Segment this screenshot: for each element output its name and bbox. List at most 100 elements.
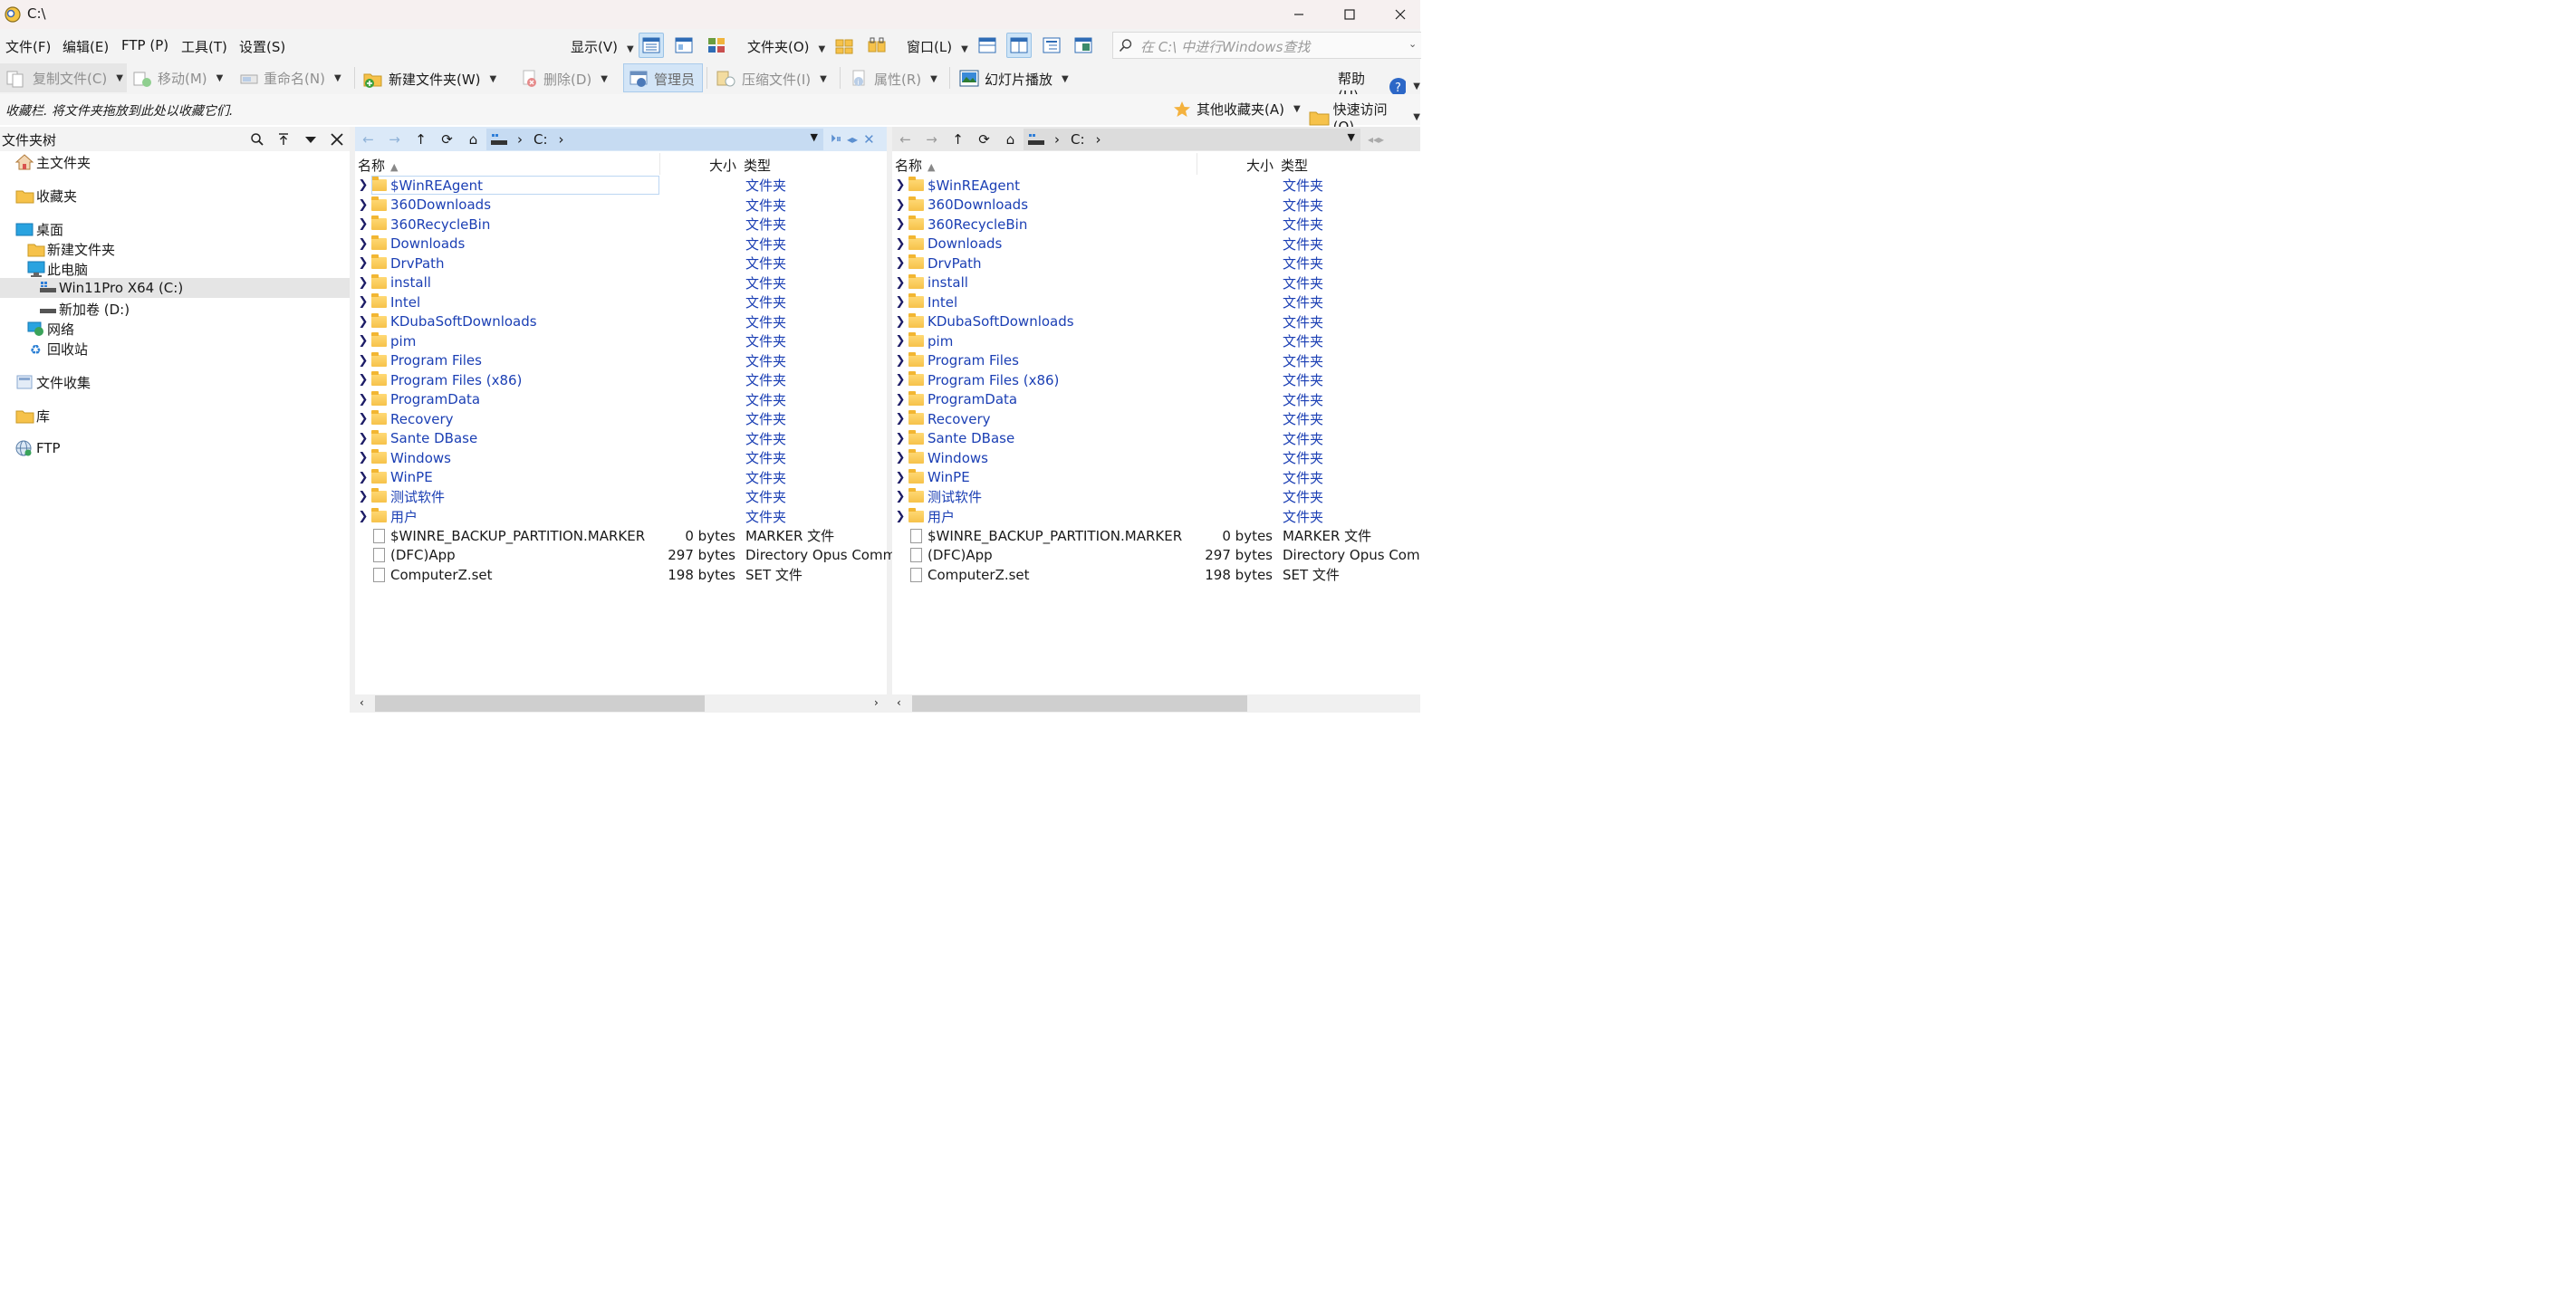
copy-button[interactable]: 复制文件(C) ▼ bbox=[5, 69, 123, 88]
menu-folder[interactable]: 文件夹(O) ▼ bbox=[747, 37, 825, 56]
list-item-file[interactable]: $WINRE_BACKUP_PARTITION.MARKER 0 bytes MAR… bbox=[892, 526, 1420, 546]
expand-chevron-icon[interactable]: ❯ bbox=[355, 276, 371, 290]
list-item-folder[interactable]: ❯ 测试软件 文件夹 bbox=[892, 487, 1420, 507]
list-item-folder[interactable]: ❯ Program Files 文件夹 bbox=[355, 351, 887, 371]
list-item-folder[interactable]: ❯ Windows 文件夹 bbox=[892, 448, 1420, 468]
left-breadcrumb[interactable]: › C: › ▼ bbox=[486, 128, 823, 150]
list-item-folder[interactable]: ❯ WinPE 文件夹 bbox=[355, 468, 887, 488]
layout-list-button[interactable] bbox=[671, 33, 697, 58]
right-horizontal-scrollbar[interactable]: ‹ bbox=[892, 694, 1420, 713]
scroll-left-icon[interactable]: ‹ bbox=[897, 696, 901, 709]
list-item-file[interactable]: (DFC)App 297 bytes Directory Opus Comm bbox=[355, 546, 896, 566]
single-pane-button[interactable] bbox=[975, 33, 1000, 58]
minimize-button[interactable] bbox=[1274, 0, 1324, 29]
expand-chevron-icon[interactable]: ❯ bbox=[892, 510, 908, 523]
column-size[interactable]: 大小 bbox=[709, 156, 736, 175]
expand-chevron-icon[interactable]: ❯ bbox=[355, 412, 371, 426]
list-item-folder[interactable]: ❯ Sante DBase 文件夹 bbox=[892, 429, 1420, 449]
tree-item-home[interactable]: 主文件夹 bbox=[14, 152, 91, 172]
list-item-folder[interactable]: ❯ ProgramData 文件夹 bbox=[355, 390, 887, 410]
refresh-icon[interactable]: ⟳ bbox=[971, 131, 997, 148]
list-item-folder[interactable]: ❯ Intel 文件夹 bbox=[355, 292, 887, 312]
list-item-file[interactable]: $WINRE_BACKUP_PARTITION.MARKER 0 bytes MAR… bbox=[355, 526, 887, 546]
expand-chevron-icon[interactable]: ❯ bbox=[355, 198, 371, 212]
list-item-folder[interactable]: ❯ Intel 文件夹 bbox=[892, 292, 1420, 312]
swap-pane-icon[interactable]: ◂▸ bbox=[847, 133, 858, 146]
column-type[interactable]: 类型 bbox=[1281, 156, 1308, 175]
expand-chevron-icon[interactable]: ❯ bbox=[892, 237, 908, 251]
expand-chevron-icon[interactable]: ❯ bbox=[355, 217, 371, 231]
list-item-folder[interactable]: ❯ 测试软件 文件夹 bbox=[355, 487, 887, 507]
swap-pane-icon[interactable]: ◂◂▸ bbox=[1368, 133, 1384, 146]
list-item-folder[interactable]: ❯ Recovery 文件夹 bbox=[355, 409, 887, 429]
other-favorites-button[interactable]: 其他收藏夹(A) ▼ bbox=[1173, 100, 1301, 119]
expand-chevron-icon[interactable]: ❯ bbox=[355, 373, 371, 387]
list-item-folder[interactable]: ❯ 360Downloads 文件夹 bbox=[355, 196, 887, 216]
menu-tools[interactable]: 工具(T) bbox=[181, 37, 227, 56]
tree-item-this-pc[interactable]: 此电脑 bbox=[27, 259, 88, 279]
tree-item-library[interactable]: 库 bbox=[14, 406, 50, 426]
expand-chevron-icon[interactable]: ❯ bbox=[892, 334, 908, 348]
expand-chevron-icon[interactable]: ❯ bbox=[355, 315, 371, 329]
list-item-folder[interactable]: ❯ 用户 文件夹 bbox=[892, 507, 1420, 527]
forward-arrow-icon[interactable]: → bbox=[381, 131, 408, 148]
sync-pane-icon[interactable]: ⏵⏸ bbox=[831, 132, 841, 146]
expand-chevron-icon[interactable]: ❯ bbox=[892, 256, 908, 270]
folder-lock-button[interactable] bbox=[864, 33, 889, 58]
expand-chevron-icon[interactable]: ❯ bbox=[892, 451, 908, 465]
back-arrow-icon[interactable]: ← bbox=[355, 131, 381, 148]
list-item-folder[interactable]: ❯ KDubaSoftDownloads 文件夹 bbox=[355, 312, 887, 332]
expand-chevron-icon[interactable]: ❯ bbox=[355, 237, 371, 251]
list-item-folder[interactable]: ❯ Program Files 文件夹 bbox=[892, 351, 1420, 371]
list-item-folder[interactable]: ❯ 360RecycleBin 文件夹 bbox=[355, 215, 887, 235]
list-item-folder[interactable]: ❯ Downloads 文件夹 bbox=[892, 235, 1420, 254]
up-arrow-icon[interactable]: ↑ bbox=[945, 131, 971, 148]
new-folder-button[interactable]: 新建文件夹(W) ▼ bbox=[362, 69, 496, 89]
scroll-thumb[interactable] bbox=[375, 695, 705, 712]
expand-chevron-icon[interactable]: ❯ bbox=[892, 490, 908, 503]
menu-file[interactable]: 文件(F) bbox=[5, 37, 51, 56]
folder-options-button[interactable] bbox=[831, 33, 857, 58]
viewer-pane-button[interactable] bbox=[1071, 33, 1096, 58]
scroll-thumb[interactable] bbox=[912, 695, 1247, 712]
scroll-left-icon[interactable]: ‹ bbox=[360, 696, 364, 709]
expand-chevron-icon[interactable]: ❯ bbox=[355, 334, 371, 348]
expand-chevron-icon[interactable]: ❯ bbox=[892, 432, 908, 445]
list-item-folder[interactable]: ❯ Recovery 文件夹 bbox=[892, 409, 1420, 429]
close-window-button[interactable] bbox=[1375, 0, 1426, 29]
expand-chevron-icon[interactable]: ❯ bbox=[892, 471, 908, 484]
expand-chevron-icon[interactable]: ❯ bbox=[355, 354, 371, 368]
tree-item-new-folder[interactable]: 新建文件夹 bbox=[27, 239, 115, 259]
list-item-folder[interactable]: ❯ 360RecycleBin 文件夹 bbox=[892, 215, 1420, 235]
tree-item-drive-d[interactable]: 新加卷 (D:) bbox=[39, 299, 130, 319]
expand-chevron-icon[interactable]: ❯ bbox=[355, 451, 371, 465]
list-item-folder[interactable]: ❯ pim 文件夹 bbox=[892, 331, 1420, 351]
close-icon[interactable]: ✕ bbox=[863, 131, 875, 148]
column-type[interactable]: 类型 bbox=[744, 156, 771, 175]
layout-thumbnails-button[interactable] bbox=[704, 33, 729, 58]
tree-item-drive-c[interactable]: Win11Pro X64 (C:) bbox=[0, 278, 350, 298]
expand-chevron-icon[interactable]: ❯ bbox=[892, 315, 908, 329]
refresh-icon[interactable]: ⟳ bbox=[434, 131, 460, 148]
search-box[interactable]: 在 C:\ 中进行Windows查找 ⌄ bbox=[1112, 32, 1421, 59]
list-item-file[interactable]: (DFC)App 297 bytes Directory Opus Comm bbox=[892, 546, 1420, 566]
move-button[interactable]: 移动(M) ▼ bbox=[132, 69, 223, 88]
tree-item-favorites[interactable]: 收藏夹 bbox=[14, 186, 77, 206]
forward-arrow-icon[interactable]: → bbox=[918, 131, 945, 148]
tree-item-desktop[interactable]: 桌面 bbox=[14, 219, 63, 239]
list-item-folder[interactable]: ❯ pim 文件夹 bbox=[355, 331, 887, 351]
list-item-folder[interactable]: ❯ install 文件夹 bbox=[355, 273, 887, 293]
properties-button[interactable]: i 属性(R) ▼ bbox=[850, 69, 937, 89]
list-item-folder[interactable]: ❯ install 文件夹 bbox=[892, 273, 1420, 293]
list-item-folder[interactable]: ❯ WinPE 文件夹 bbox=[892, 468, 1420, 488]
menu-settings[interactable]: 设置(S) bbox=[239, 37, 285, 56]
maximize-button[interactable] bbox=[1324, 0, 1375, 29]
back-arrow-icon[interactable]: ← bbox=[892, 131, 918, 148]
rename-button[interactable]: 重命名(N) ▼ bbox=[239, 69, 341, 88]
expand-chevron-icon[interactable]: ❯ bbox=[892, 198, 908, 212]
expand-chevron-icon[interactable]: ❯ bbox=[892, 412, 908, 426]
chevron-down-icon[interactable] bbox=[303, 132, 318, 147]
list-item-folder[interactable]: ❯ Windows 文件夹 bbox=[355, 448, 887, 468]
list-item-folder[interactable]: ❯ DrvPath 文件夹 bbox=[355, 254, 887, 273]
menu-window[interactable]: 窗口(L) ▼ bbox=[907, 37, 968, 56]
